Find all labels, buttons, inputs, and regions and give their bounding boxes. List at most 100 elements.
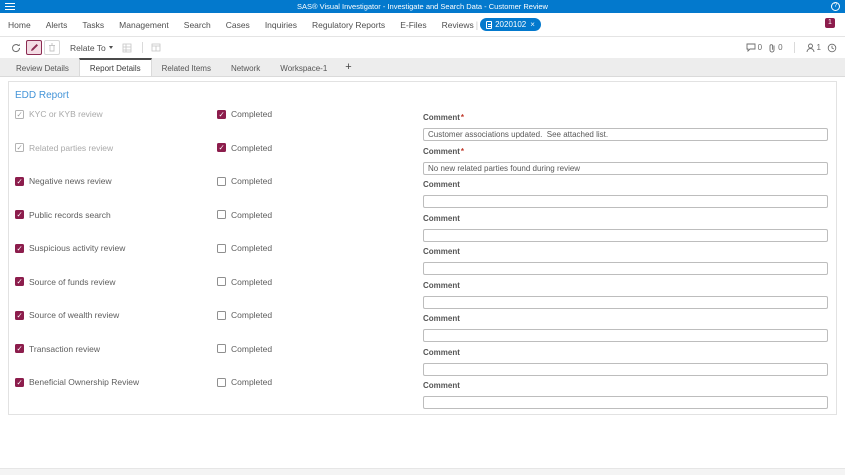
comment-label-text: Comment — [423, 280, 460, 290]
item-label: Related parties review — [29, 142, 114, 153]
item-checkbox[interactable] — [15, 243, 24, 253]
nav-item-cases[interactable]: Cases — [226, 20, 250, 30]
comment-input[interactable] — [423, 128, 828, 141]
nav-item-reviews[interactable]: Reviews — [442, 20, 474, 30]
layout-button[interactable] — [148, 40, 164, 55]
completed-label: Completed — [231, 176, 273, 186]
item-label: Source of funds review — [29, 276, 116, 287]
nav-item-e-files[interactable]: E-Files — [400, 20, 426, 30]
tab-report-details[interactable]: Report Details — [78, 58, 152, 76]
comment-input[interactable] — [423, 228, 828, 242]
checklist-row: Source of funds review Completed Comment… — [15, 275, 830, 309]
completed-checkbox[interactable] — [217, 109, 226, 119]
item-checkbox[interactable] — [15, 109, 24, 119]
comment-label: Comment* — [423, 214, 460, 223]
tab-network[interactable]: Network — [221, 58, 270, 76]
nav-item-alerts[interactable]: Alerts — [46, 20, 68, 30]
nav-item-home[interactable]: Home — [8, 20, 31, 30]
close-record-icon[interactable]: × — [530, 20, 535, 29]
page-title: EDD Report — [15, 90, 69, 101]
comment-cell: Comment* — [423, 107, 828, 141]
relate-to-button[interactable]: Relate To — [70, 43, 113, 53]
item-checkbox[interactable] — [15, 377, 24, 387]
history-button[interactable] — [827, 43, 837, 53]
completed-cell: Completed — [217, 141, 423, 153]
nav-item-regulatory-reports[interactable]: Regulatory Reports — [312, 20, 385, 30]
comment-input[interactable] — [423, 362, 828, 376]
completed-cell: Completed — [217, 342, 423, 354]
add-tab-button[interactable]: + — [337, 61, 359, 73]
item-checkbox[interactable] — [15, 210, 24, 219]
completed-label: Completed — [231, 276, 273, 287]
completed-label: Completed — [231, 209, 273, 220]
comment-input[interactable] — [423, 195, 828, 208]
comment-label-text: Comment — [423, 314, 460, 323]
help-icon[interactable]: ? — [831, 2, 840, 11]
comment-label-text: Comment — [423, 213, 460, 223]
completed-checkbox[interactable] — [217, 310, 226, 320]
completed-label: Completed — [231, 109, 273, 119]
completed-checkbox[interactable] — [217, 277, 226, 286]
comments-button[interactable]: 0 — [746, 43, 762, 52]
record-toolbar: Relate To 0 0 1 — [0, 37, 845, 58]
completed-checkbox[interactable] — [217, 210, 226, 219]
comment-label: Comment* — [423, 348, 460, 357]
required-asterisk: * — [460, 146, 465, 156]
checklist-item-cell: Negative news review — [15, 174, 217, 186]
item-checkbox[interactable] — [15, 176, 24, 186]
comment-cell: Comment* — [423, 241, 828, 275]
comment-label-text: Comment — [423, 347, 460, 357]
comment-label: Comment* — [423, 147, 464, 156]
hamburger-menu-icon[interactable] — [5, 3, 15, 10]
edit-button[interactable] — [26, 40, 42, 55]
completed-checkbox[interactable] — [217, 377, 226, 387]
horizontal-scrollbar[interactable] — [0, 468, 845, 475]
open-record-tab[interactable]: 2020102 × — [480, 18, 541, 31]
comment-input[interactable] — [423, 262, 828, 275]
item-checkbox[interactable] — [15, 143, 24, 152]
refresh-button[interactable] — [8, 40, 24, 55]
tab-related-items[interactable]: Related Items — [152, 58, 221, 76]
workflow-button[interactable]: 1 — [806, 43, 821, 53]
comment-input[interactable] — [423, 295, 828, 309]
completed-checkbox[interactable] — [217, 176, 226, 186]
checklist-row: Negative news review Completed Comment* — [15, 174, 830, 208]
completed-cell: Completed — [217, 275, 423, 287]
completed-checkbox[interactable] — [217, 143, 226, 152]
notification-badge[interactable]: 1 — [825, 18, 835, 28]
completed-label: Completed — [231, 243, 273, 253]
comment-input[interactable] — [423, 161, 828, 175]
item-label: Suspicious activity review — [29, 243, 126, 253]
comment-input[interactable] — [423, 396, 828, 409]
nav-item-management[interactable]: Management — [119, 20, 169, 30]
checklist-item-cell: Source of wealth review — [15, 308, 217, 320]
item-checkbox[interactable] — [15, 344, 24, 353]
attachments-button[interactable]: 0 — [768, 43, 783, 53]
checklist-row: Public records search Completed Comment* — [15, 208, 830, 242]
checklist-row: KYC or KYB review Completed Comment* — [15, 107, 830, 141]
tab-review-details[interactable]: Review Details — [6, 58, 79, 76]
edd-report-rows: KYC or KYB review Completed Comment* Rel… — [15, 107, 830, 409]
completed-checkbox[interactable] — [217, 344, 226, 353]
delete-button[interactable] — [44, 40, 60, 55]
completed-checkbox[interactable] — [217, 243, 226, 253]
item-checkbox[interactable] — [15, 277, 24, 286]
nav-item-search[interactable]: Search — [184, 20, 211, 30]
completed-cell: Completed — [217, 241, 423, 253]
item-checkbox[interactable] — [15, 310, 24, 320]
comment-cell: Comment* — [423, 375, 828, 409]
comment-label: Comment* — [423, 314, 460, 323]
grid-view-button[interactable] — [119, 40, 135, 55]
comment-input[interactable] — [423, 329, 828, 342]
comment-label: Comment* — [423, 113, 464, 122]
nav-item-tasks[interactable]: Tasks — [82, 20, 104, 30]
app-title: SAS® Visual Investigator - Investigate a… — [297, 2, 548, 11]
relate-to-label: Relate To — [70, 42, 106, 53]
comment-cell: Comment* — [423, 275, 828, 309]
checklist-item-cell: Transaction review — [15, 342, 217, 354]
checklist-row: Transaction review Completed Comment* — [15, 342, 830, 376]
checklist-row: Related parties review Completed Comment… — [15, 141, 830, 175]
tab-workspace-1[interactable]: Workspace-1 — [270, 58, 337, 76]
nav-item-inquiries[interactable]: Inquiries — [265, 20, 297, 30]
attachments-count: 0 — [778, 43, 783, 52]
